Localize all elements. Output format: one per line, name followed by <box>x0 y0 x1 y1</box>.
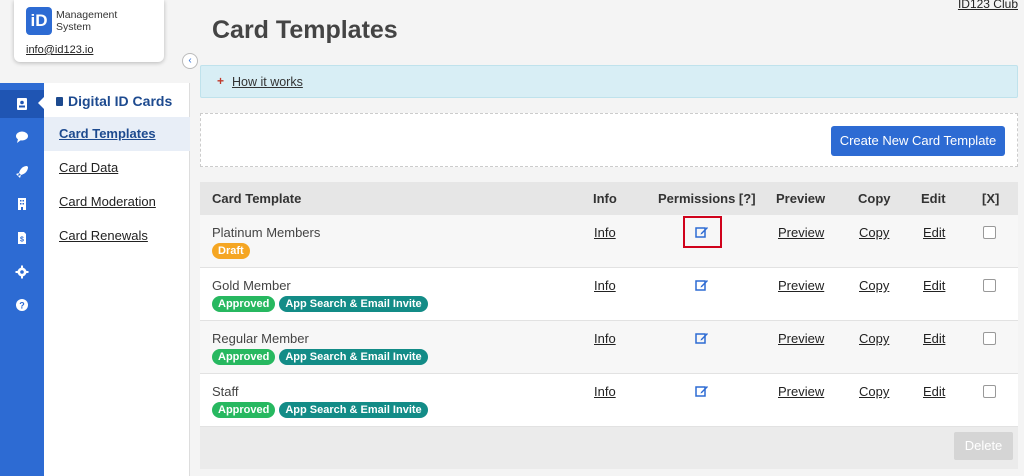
copy-link[interactable]: Copy <box>859 384 889 399</box>
rail-invoice-icon[interactable]: $ <box>0 224 44 252</box>
template-name: Gold Member <box>212 278 291 293</box>
secondary-sidebar: Digital ID Cards Card Templates Card Dat… <box>44 83 190 476</box>
rail-chat-icon[interactable] <box>0 123 44 151</box>
rail-help-icon[interactable]: ? <box>0 291 44 319</box>
sidebar-item-card-data[interactable]: Card Data <box>44 151 190 185</box>
sidebar-section-title: Digital ID Cards <box>56 93 172 109</box>
status-badge: Draft <box>212 243 250 259</box>
status-badges: Approved App Search & Email Invite <box>212 402 428 418</box>
table-header: Card Template Info Permissions [?] Previ… <box>200 182 1018 215</box>
svg-text:?: ? <box>19 301 25 311</box>
logo-line-1: Management <box>56 9 118 21</box>
access-badge: App Search & Email Invite <box>279 402 428 418</box>
sidebar-item-card-templates[interactable]: Card Templates <box>44 117 190 151</box>
preview-link[interactable]: Preview <box>778 331 824 346</box>
account-email-link[interactable]: info@id123.io <box>26 44 93 56</box>
access-badge: App Search & Email Invite <box>279 296 428 312</box>
sidebar-item-card-renewals[interactable]: Card Renewals <box>44 219 190 253</box>
row-checkbox[interactable] <box>983 226 996 239</box>
edit-link[interactable]: Edit <box>923 331 945 346</box>
svg-text:$: $ <box>20 237 24 244</box>
row-checkbox[interactable] <box>983 385 996 398</box>
sidebar-section-label: Digital ID Cards <box>68 93 173 109</box>
info-link[interactable]: Info <box>594 278 616 293</box>
logo-text: Management System <box>56 9 117 33</box>
header-copy: Copy <box>858 191 891 206</box>
create-card-template-button[interactable]: Create New Card Template <box>831 126 1005 156</box>
info-link[interactable]: Info <box>594 384 616 399</box>
delete-button[interactable]: Delete <box>954 432 1013 460</box>
edit-link[interactable]: Edit <box>923 225 945 240</box>
collapse-sidebar-button[interactable]: ‹ <box>182 53 198 69</box>
table-row: Regular Member Approved App Search & Ema… <box>200 321 1018 374</box>
header-select: [X] <box>982 191 1000 206</box>
card-templates-table: Card Template Info Permissions [?] Previ… <box>200 182 1018 469</box>
info-link[interactable]: Info <box>594 225 616 240</box>
status-badges: Approved App Search & Email Invite <box>212 296 428 312</box>
header-permissions[interactable]: Permissions [?] <box>658 191 756 206</box>
preview-link[interactable]: Preview <box>778 278 824 293</box>
plus-icon: + <box>217 74 225 88</box>
rail-building-icon[interactable] <box>0 190 44 218</box>
template-name: Staff <box>212 384 239 399</box>
template-name: Platinum Members <box>212 225 321 240</box>
action-bar: Create New Card Template <box>200 113 1018 167</box>
table-row: Gold Member Approved App Search & Email … <box>200 268 1018 321</box>
logo-line-2: System <box>56 21 92 33</box>
logo-icon: iD <box>26 7 52 35</box>
edit-permissions-icon[interactable] <box>695 384 711 398</box>
status-badge: Approved <box>212 296 276 312</box>
header-edit: Edit <box>921 191 946 206</box>
status-badge: Approved <box>212 402 276 418</box>
table-row: Platinum Members Draft Info Preview Copy… <box>200 215 1018 268</box>
club-link[interactable]: ID123 Club <box>958 0 1018 11</box>
header-info: Info <box>593 191 617 206</box>
copy-link[interactable]: Copy <box>859 278 889 293</box>
access-badge: App Search & Email Invite <box>279 349 428 365</box>
status-badges: Draft <box>212 243 250 259</box>
row-checkbox[interactable] <box>983 332 996 345</box>
how-it-works-link[interactable]: How it works <box>232 75 303 89</box>
info-banner: + How it works <box>200 65 1018 98</box>
status-badges: Approved App Search & Email Invite <box>212 349 428 365</box>
row-checkbox[interactable] <box>983 279 996 292</box>
sidebar-item-card-moderation[interactable]: Card Moderation <box>44 185 190 219</box>
preview-link[interactable]: Preview <box>778 384 824 399</box>
status-badge: Approved <box>212 349 276 365</box>
icon-rail: $ ? <box>0 83 44 476</box>
copy-link[interactable]: Copy <box>859 331 889 346</box>
preview-link[interactable]: Preview <box>778 225 824 240</box>
header-preview: Preview <box>776 191 826 206</box>
rail-rocket-icon[interactable] <box>0 158 44 186</box>
edit-link[interactable]: Edit <box>923 384 945 399</box>
edit-permissions-icon[interactable] <box>695 225 711 239</box>
header-card-template: Card Template <box>212 191 302 206</box>
page-title: Card Templates <box>212 16 398 44</box>
copy-link[interactable]: Copy <box>859 225 889 240</box>
info-link[interactable]: Info <box>594 331 616 346</box>
rail-gear-icon[interactable] <box>0 258 44 286</box>
edit-permissions-icon[interactable] <box>695 331 711 345</box>
table-row: Staff Approved App Search & Email Invite… <box>200 374 1018 427</box>
logo-card: iD Management System info@id123.io <box>14 0 164 62</box>
table-footer: Delete <box>200 427 1018 469</box>
id-card-icon <box>56 96 63 106</box>
edit-permissions-icon[interactable] <box>695 278 711 292</box>
template-name: Regular Member <box>212 331 309 346</box>
edit-link[interactable]: Edit <box>923 278 945 293</box>
